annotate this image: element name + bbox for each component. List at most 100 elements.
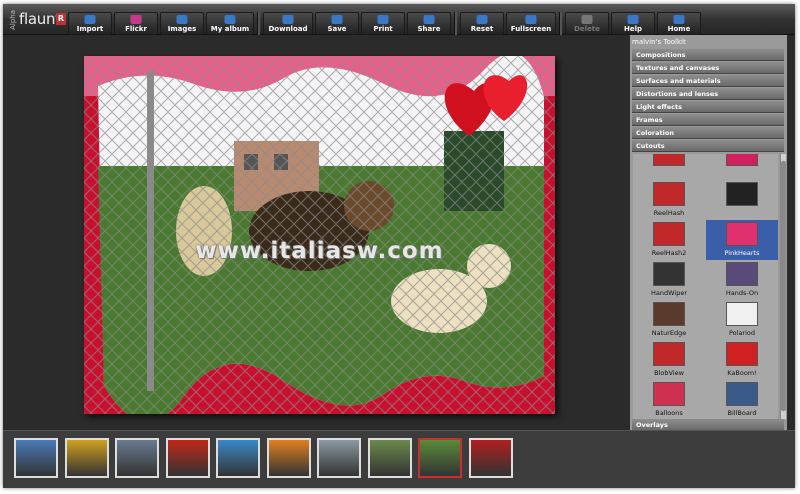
images-button[interactable]: Images	[160, 12, 204, 35]
toolbar-group-import: Import Flickr Images My album Download S…	[68, 12, 703, 35]
cutout-item[interactable]: ReelHash	[633, 180, 705, 220]
panel-title: malvin's Toolkit	[632, 38, 686, 46]
cutout-item[interactable]: BlobView	[633, 340, 705, 380]
cutout-label: NaturEdge	[651, 329, 687, 337]
download-icon	[282, 15, 294, 24]
cutout-label: Hands-On	[725, 289, 759, 297]
cutout-thumbnail	[653, 342, 685, 366]
scrollbar-thumb[interactable]	[781, 161, 786, 411]
category-textures[interactable]: Textures and canvases	[632, 62, 784, 74]
share-icon	[423, 15, 435, 24]
toolkit-panel: malvin's Toolkit Compositions Textures a…	[630, 35, 787, 431]
cutout-thumbnail	[653, 382, 685, 406]
thumb-duck[interactable]	[317, 438, 361, 478]
cutout-label: BlobView	[654, 369, 684, 377]
cutout-thumbnail	[653, 262, 685, 286]
watermark-text: www.italiasw.com	[195, 238, 444, 264]
cutout-label: KaBoom!	[727, 369, 757, 377]
cutouts-scrollbar[interactable]	[780, 154, 786, 419]
logo-name: flaunt	[19, 10, 61, 28]
cutout-thumbnail	[726, 262, 758, 286]
alpha-label: Alpha	[9, 10, 17, 30]
thumb-beach-road[interactable]	[14, 438, 58, 478]
cutout-item[interactable]: NaturEdge	[633, 300, 705, 340]
print-button[interactable]: Print	[361, 12, 405, 35]
cutout-label: HandWiper	[650, 289, 687, 297]
category-surfaces[interactable]: Surfaces and materials	[632, 75, 784, 87]
cutout-thumbnail	[653, 302, 685, 326]
flaunt-logo: Alpha flaunt R	[9, 8, 67, 32]
share-button[interactable]: Share	[407, 12, 451, 35]
cutout-thumbnail	[726, 302, 758, 326]
cutouts-grid: ReelHash ReelHash2 PinkHearts HandWiper Hand…	[633, 154, 778, 419]
thumb-red-wheel[interactable]	[468, 438, 513, 478]
print-icon	[377, 15, 389, 24]
category-coloration[interactable]: Coloration	[632, 127, 784, 139]
category-frames[interactable]: Frames	[632, 114, 784, 126]
cutout-item[interactable]: HandWiper	[633, 260, 705, 300]
cutout-label: Balloons	[655, 409, 683, 417]
cutout-thumbnail	[726, 182, 758, 206]
category-cutouts[interactable]: Cutouts	[632, 140, 784, 152]
flickr-button[interactable]: Flickr	[114, 12, 158, 35]
images-icon	[176, 15, 188, 24]
reset-button[interactable]: Reset	[460, 12, 504, 35]
cutout-thumbnail	[653, 222, 685, 246]
home-button[interactable]: Home	[657, 12, 701, 35]
home-icon	[673, 15, 685, 24]
cutout-label: ReelHash2	[651, 249, 687, 257]
toolbar: Alpha flaunt R Import Flickr Images My a…	[3, 4, 795, 35]
edited-photo[interactable]: www.italiasw.com	[84, 56, 555, 414]
toolbar-separator	[454, 12, 457, 35]
category-distortions[interactable]: Distortions and lenses	[632, 88, 784, 100]
cutout-item[interactable]: ReelHash2	[633, 220, 705, 260]
cutout-item[interactable]	[706, 154, 778, 180]
cutout-thumbnail	[653, 182, 685, 206]
thumb-market[interactable]	[115, 438, 159, 478]
fullscreen-button[interactable]: Fullscreen	[506, 12, 556, 35]
thumb-bird-of-paradise[interactable]	[266, 438, 311, 478]
category-compositions[interactable]: Compositions	[632, 49, 784, 61]
delete-button[interactable]: Delete	[565, 12, 609, 35]
cutout-item[interactable]: KaBoom!	[706, 340, 778, 380]
canvas-area: www.italiasw.com	[3, 35, 630, 430]
import-button[interactable]: Import	[68, 12, 112, 35]
cutout-label: PinkHearts	[724, 249, 760, 257]
thumb-road[interactable]	[367, 438, 412, 478]
photo-artwork	[84, 56, 555, 414]
reset-icon	[476, 15, 488, 24]
import-icon	[84, 15, 96, 24]
my-album-button[interactable]: My album	[206, 12, 254, 35]
thumb-sunflower[interactable]	[64, 438, 109, 478]
toolbar-separator	[257, 12, 260, 35]
cutout-item[interactable]: Balloons	[633, 380, 705, 419]
flickr-icon	[130, 15, 142, 24]
cutout-label: ReelHash	[653, 209, 685, 217]
help-button[interactable]: Help	[611, 12, 655, 35]
download-button[interactable]: Download	[263, 12, 313, 35]
cutout-item[interactable]: Hands-On	[706, 260, 778, 300]
fullscreen-icon	[525, 15, 537, 24]
cutout-item[interactable]: BillBoard	[706, 380, 778, 419]
album-icon	[224, 15, 236, 24]
delete-icon	[581, 15, 593, 24]
cutout-item[interactable]	[706, 180, 778, 220]
cutout-thumbnail	[726, 342, 758, 366]
logo-mark: R	[56, 13, 66, 25]
save-button[interactable]: Save	[315, 12, 359, 35]
category-light-effects[interactable]: Light effects	[632, 101, 784, 113]
cutout-item[interactable]: Polariod	[706, 300, 778, 340]
toolbar-separator	[559, 12, 562, 35]
cutout-thumbnail	[653, 154, 685, 166]
thumb-chili-peppers[interactable]	[165, 438, 210, 478]
thumb-palm-beach[interactable]	[216, 438, 260, 478]
cutout-label: BillBoard	[727, 409, 757, 417]
cutout-thumbnail	[726, 154, 758, 166]
thumb-dogs[interactable]	[418, 438, 462, 478]
cutout-item[interactable]: PinkHearts	[706, 220, 778, 260]
flaunt-app-window: Alpha flaunt R Import Flickr Images My a…	[3, 4, 795, 488]
cutout-thumbnail	[726, 382, 758, 406]
cutout-thumbnail	[726, 222, 758, 246]
cutout-item[interactable]	[633, 154, 705, 180]
image-strip	[3, 430, 795, 488]
